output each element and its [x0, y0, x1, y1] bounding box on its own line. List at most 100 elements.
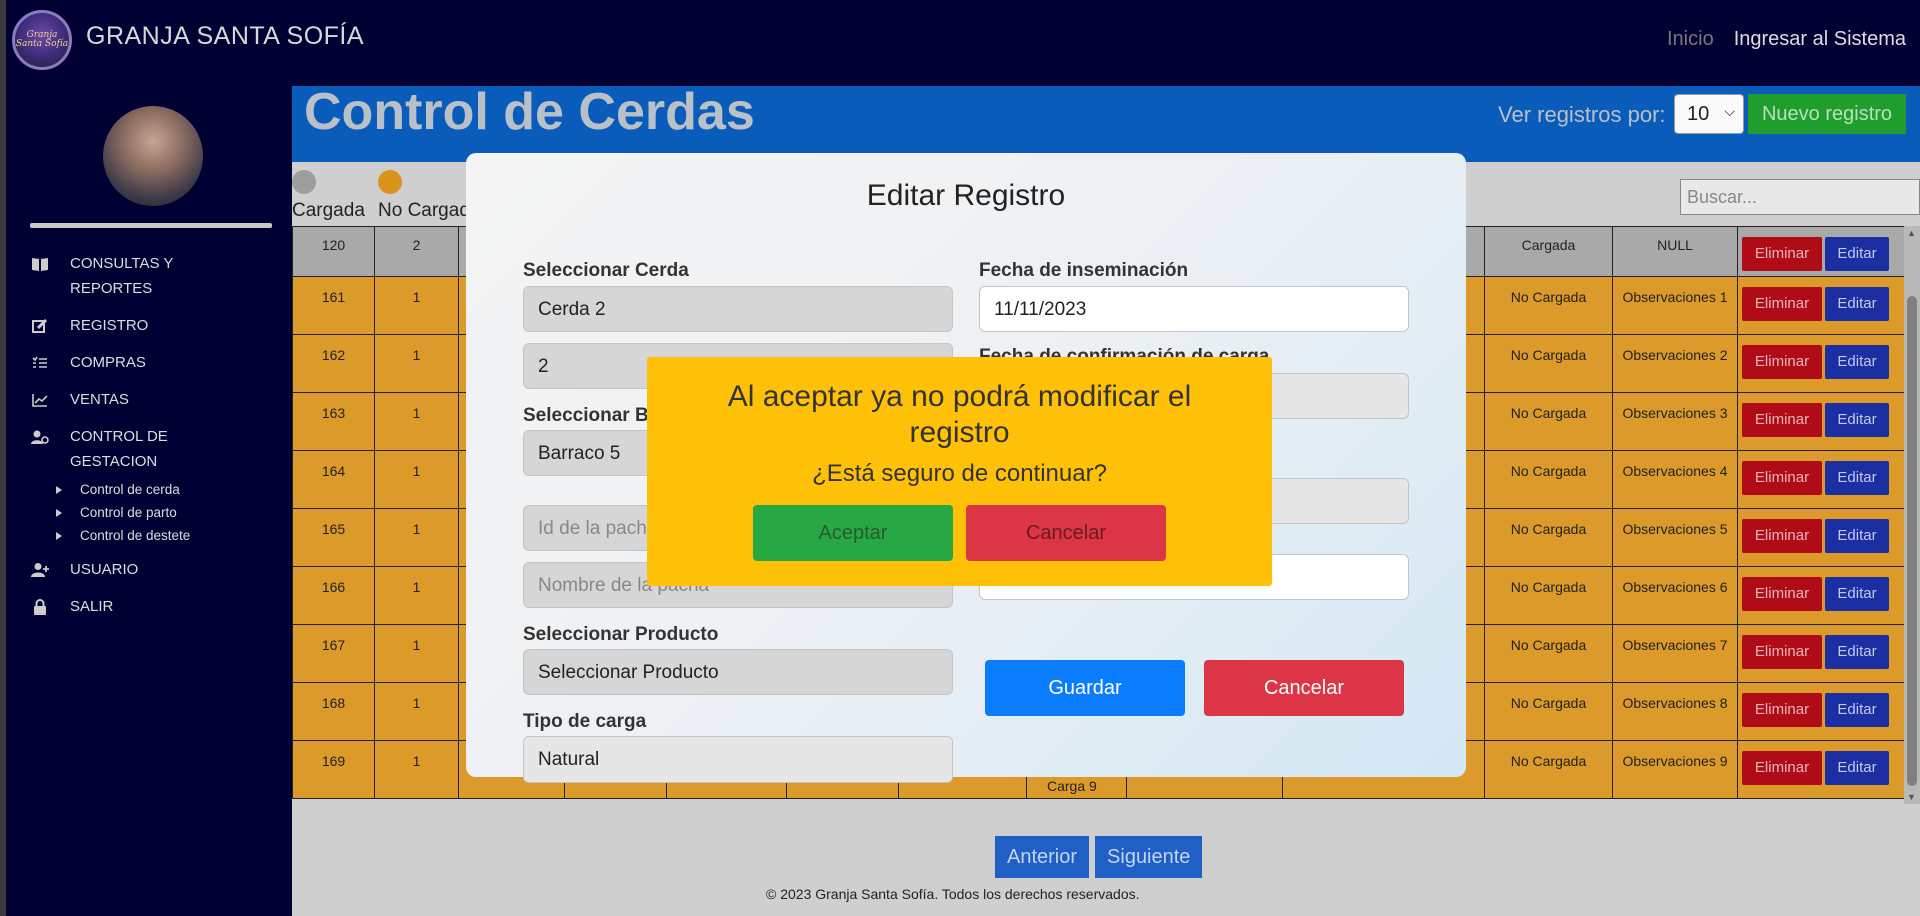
confirm-cancel-button[interactable]: Cancelar — [966, 505, 1166, 561]
scrollbar-thumb[interactable] — [1907, 296, 1917, 786]
scroll-down-icon[interactable]: ▼ — [1907, 792, 1916, 802]
delete-button[interactable]: Eliminar — [1742, 635, 1822, 669]
gear-user-icon — [30, 428, 50, 446]
scroll-up-icon[interactable]: ▲ — [1907, 228, 1916, 238]
delete-button[interactable]: Eliminar — [1742, 287, 1822, 321]
submenu-control-cerda[interactable]: Control de cerda — [54, 478, 290, 501]
edit-icon — [30, 317, 50, 335]
cell-estado: No Cargada — [1484, 682, 1613, 741]
submenu-label: Control de parto — [80, 505, 177, 520]
records-per-page-select[interactable]: 10 ⌵ — [1674, 94, 1744, 134]
cell-id: 165 — [292, 508, 375, 567]
legend-label-cargada: Cargada — [292, 200, 365, 221]
logo-text: Granja Santa Sofía — [15, 30, 69, 49]
page-header: Control de Cerdas Ver registros por: 10 … — [292, 83, 1920, 162]
sidebar-divider — [30, 223, 272, 228]
edit-button[interactable]: Editar — [1825, 751, 1889, 785]
edit-button[interactable]: Editar — [1825, 237, 1889, 271]
cerda-select[interactable]: Cerda 2 — [523, 286, 953, 332]
sidebar-item-usuario[interactable]: USUARIO — [30, 557, 290, 582]
cell-estado: No Cargada — [1484, 392, 1613, 451]
submenu-control-parto[interactable]: Control de parto — [54, 501, 290, 524]
delete-button[interactable]: Eliminar — [1742, 751, 1822, 785]
sidebar: CONSULTAS Y REPORTES REGISTRO COMPRAS VE… — [0, 86, 292, 916]
delete-button[interactable]: Eliminar — [1742, 693, 1822, 727]
cell-observaciones: Observaciones 3 — [1612, 392, 1738, 451]
caret-right-icon — [56, 508, 62, 517]
edit-button[interactable]: Editar — [1825, 635, 1889, 669]
select-producto-label: Seleccionar Producto — [523, 624, 719, 645]
sidebar-item-ventas[interactable]: VENTAS — [30, 387, 290, 412]
pagination: Anterior Siguiente — [995, 836, 1203, 878]
fecha-inseminacion-label: Fecha de inseminación — [979, 260, 1189, 281]
lock-icon — [30, 598, 50, 616]
cell-observaciones: Observaciones 9 — [1612, 740, 1738, 799]
cell-observaciones: NULL — [1612, 226, 1738, 277]
search-input[interactable]: Buscar... — [1680, 179, 1920, 215]
sidebar-item-consultas[interactable]: CONSULTAS Y REPORTES — [30, 251, 290, 301]
farm-logo[interactable]: Granja Santa Sofía — [12, 10, 72, 70]
delete-button[interactable]: Eliminar — [1742, 403, 1822, 437]
edit-button[interactable]: Editar — [1825, 577, 1889, 611]
nav-links: Inicio Ingresar al Sistema — [1667, 28, 1906, 51]
delete-button[interactable]: Eliminar — [1742, 345, 1822, 379]
sidebar-item-label: SALIR — [70, 598, 114, 615]
sidebar-item-label: REGISTRO — [70, 317, 149, 334]
edit-button[interactable]: Editar — [1825, 403, 1889, 437]
producto-select[interactable]: Seleccionar Producto — [523, 649, 953, 695]
delete-button[interactable]: Eliminar — [1742, 237, 1822, 271]
edit-button[interactable]: Editar — [1825, 461, 1889, 495]
cell-estado: No Cargada — [1484, 740, 1613, 799]
modal-cancel-button[interactable]: Cancelar — [1204, 660, 1404, 716]
cell-actions: Eliminar Editar — [1737, 624, 1905, 683]
caret-right-icon — [56, 531, 62, 540]
sidebar-item-registro[interactable]: REGISTRO — [30, 313, 290, 338]
edit-button[interactable]: Editar — [1825, 287, 1889, 321]
cell-actions: Eliminar Editar — [1737, 450, 1905, 509]
sidebar-item-label: CONSULTAS Y REPORTES — [70, 255, 174, 297]
cell-observaciones: Observaciones 7 — [1612, 624, 1738, 683]
submenu-control-destete[interactable]: Control de destete — [54, 524, 290, 547]
sidebar-item-salir[interactable]: SALIR — [30, 594, 290, 619]
caret-right-icon — [56, 485, 62, 494]
fecha-inseminacion-input[interactable]: 11/11/2023 — [979, 286, 1409, 332]
tipo-carga-label: Tipo de carga — [523, 711, 647, 732]
sidebar-item-control-gestacion[interactable]: CONTROL DE GESTACION — [30, 424, 290, 474]
cell-actions: Eliminar Editar — [1737, 276, 1905, 335]
save-button[interactable]: Guardar — [985, 660, 1185, 716]
new-record-button[interactable]: Nuevo registro — [1748, 94, 1906, 134]
chevron-down-icon: ⌵ — [1724, 103, 1735, 119]
cell-number: 1 — [374, 624, 459, 683]
modal-title: Editar Registro — [866, 179, 1066, 212]
sidebar-item-compras[interactable]: COMPRAS — [30, 350, 290, 375]
legend-dot-no-cargada — [378, 170, 402, 194]
table-scrollbar[interactable]: ▲ ▼ — [1904, 226, 1920, 804]
cell-observaciones: Observaciones 1 — [1612, 276, 1738, 335]
edit-button[interactable]: Editar — [1825, 519, 1889, 553]
select-cerda-label: Seleccionar Cerda — [523, 260, 689, 281]
cell-number: 1 — [374, 508, 459, 567]
cell-observaciones: Observaciones 6 — [1612, 566, 1738, 625]
accept-button[interactable]: Aceptar — [753, 505, 953, 561]
edit-button[interactable]: Editar — [1825, 345, 1889, 379]
brand-title[interactable]: GRANJA SANTA SOFÍA — [86, 22, 364, 51]
cell-id: 164 — [292, 450, 375, 509]
cell-id: 162 — [292, 334, 375, 393]
select-barraco-label: Seleccionar B — [523, 405, 649, 426]
legend-dot-cargada — [292, 170, 316, 194]
cell-number: 1 — [374, 682, 459, 741]
cell-estado: No Cargada — [1484, 566, 1613, 625]
cell-actions: Eliminar Editar — [1737, 682, 1905, 741]
cell-observaciones: Observaciones 8 — [1612, 682, 1738, 741]
delete-button[interactable]: Eliminar — [1742, 461, 1822, 495]
prev-page-button[interactable]: Anterior — [995, 836, 1090, 878]
tipo-carga-field[interactable]: Natural — [523, 736, 953, 783]
confirm-dialog: Al aceptar ya no podrá modificar el regi… — [647, 357, 1272, 586]
edit-button[interactable]: Editar — [1825, 693, 1889, 727]
next-page-button[interactable]: Siguiente — [1095, 836, 1203, 878]
nav-link-login[interactable]: Ingresar al Sistema — [1734, 28, 1906, 51]
delete-button[interactable]: Eliminar — [1742, 519, 1822, 553]
nav-link-inicio[interactable]: Inicio — [1667, 28, 1714, 51]
delete-button[interactable]: Eliminar — [1742, 577, 1822, 611]
cell-observaciones: Observaciones 4 — [1612, 450, 1738, 509]
